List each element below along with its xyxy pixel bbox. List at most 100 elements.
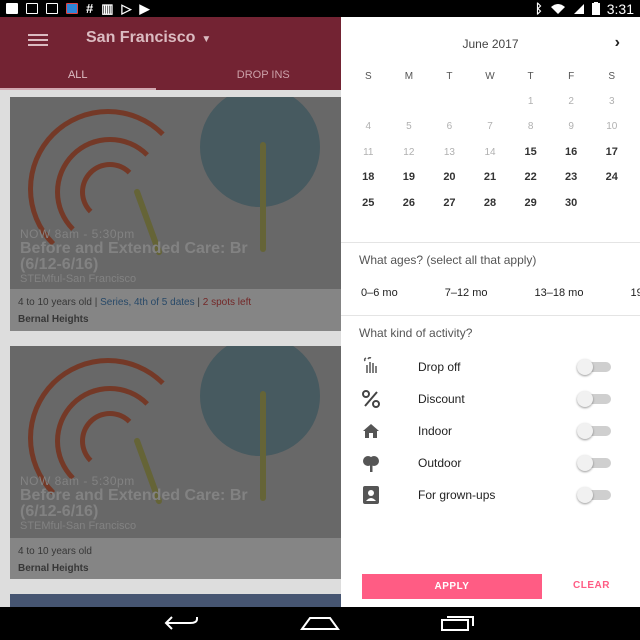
event-info: 4 to 10 years old | Series, 4th of 5 dat…	[10, 289, 341, 331]
event-title: Before and Extended Care: Br (6/12-6/16)	[20, 240, 248, 273]
calendar-day[interactable]: 29	[510, 197, 551, 209]
weekday-label: S	[608, 71, 616, 83]
tab-bar: ALL DROP INS	[0, 65, 341, 90]
filter-drawer: June 2017 › SMTWTFS 1 2 3 4 5 6 7 8 9 10 11 12 13 14 1…	[341, 17, 640, 607]
event-meta: 4 to 10 years old	[18, 546, 92, 557]
calendar-day[interactable]: 26	[389, 197, 430, 209]
calendar-day[interactable]: 22	[510, 171, 551, 183]
series-link[interactable]: Series, 4th of 5 dates	[100, 297, 195, 308]
calendar-day[interactable]: 28	[470, 197, 511, 209]
home-icon[interactable]	[300, 613, 340, 633]
discount-toggle[interactable]	[577, 391, 611, 407]
menu-icon[interactable]	[28, 34, 48, 46]
clear-button[interactable]: CLEAR	[573, 580, 610, 591]
activity-label-text: Discount	[418, 392, 465, 406]
nav-bar	[0, 607, 640, 640]
activity-label-text: Outdoor	[418, 456, 462, 470]
play-icon: ▶	[139, 1, 150, 16]
app-bar: San Francisco ▼ ALL DROP INS	[0, 17, 341, 90]
tab-drop-ins[interactable]: DROP INS	[156, 65, 342, 90]
calendar-week: 1 2 3	[348, 89, 632, 114]
calendar-day: 14	[484, 146, 496, 158]
activity-label-text: For grown-ups	[418, 488, 496, 502]
age-option[interactable]: 19–24 mo	[630, 287, 640, 299]
house-icon	[360, 420, 382, 442]
for-grown-ups-toggle[interactable]	[577, 487, 611, 503]
back-icon[interactable]	[162, 613, 202, 633]
hashtag-icon: #	[86, 1, 94, 16]
message-icon	[26, 3, 38, 14]
activity-for-grown-ups[interactable]: For grown-ups	[341, 479, 640, 511]
age-option[interactable]: 7–12 mo	[445, 287, 488, 299]
bluetooth-icon: ᛒ	[534, 1, 543, 16]
calendar-day[interactable]: 24	[591, 171, 632, 183]
city-label: San Francisco	[86, 29, 196, 46]
calendar-week: 11 12 13 14 15 16 17	[348, 140, 632, 165]
calendar-day: 9	[568, 121, 574, 133]
calendar-day[interactable]: 20	[429, 171, 470, 183]
calendar-day[interactable]: 19	[389, 171, 430, 183]
apply-button[interactable]: APPLY	[362, 574, 542, 599]
calendar-day[interactable]: 23	[551, 171, 592, 183]
activity-indoor[interactable]: Indoor	[341, 415, 640, 447]
activity-discount[interactable]: Discount	[341, 383, 640, 415]
status-bar: # ▥ ▷ ▶ ᛒ 3:31	[0, 0, 640, 17]
news-icon	[46, 3, 58, 14]
indoor-toggle[interactable]	[577, 423, 611, 439]
calendar-month: June 2017	[462, 37, 519, 51]
event-card[interactable]: NOW 8am - 5:30pm Before and Extended Car…	[10, 97, 341, 331]
arc-shape	[80, 162, 140, 222]
event-text: NOW 8am - 5:30pm Before and Extended Car…	[20, 227, 248, 285]
barcode-icon: ▥	[101, 1, 114, 16]
calendar-day[interactable]: 25	[348, 197, 389, 209]
calendar-day: 6	[446, 121, 453, 133]
calendar-day[interactable]: 16	[551, 146, 592, 158]
weekday-label: W	[485, 71, 495, 83]
activity-drop-off[interactable]: Drop off	[341, 351, 640, 383]
activity-label-text: Drop off	[418, 360, 461, 374]
calendar-day[interactable]: 15	[510, 146, 551, 158]
outdoor-toggle[interactable]	[577, 455, 611, 471]
calendar-day: 12	[403, 146, 415, 158]
calendar-grid: SMTWTFS 1 2 3 4 5 6 7 8 9 10 11 12 13 14 15 16 17 18 19 20 2…	[348, 64, 632, 215]
drop-off-toggle[interactable]	[577, 359, 611, 375]
calendar-day: 3	[608, 96, 615, 108]
tree-icon	[360, 452, 382, 474]
chevron-right-icon[interactable]: ›	[615, 34, 620, 52]
calendar-day: 5	[406, 121, 412, 133]
weekday-header: SMTWTFS	[348, 64, 632, 89]
calendar-day[interactable]: 18	[348, 171, 389, 183]
age-option[interactable]: 0–6 mo	[361, 287, 398, 299]
calendar-day[interactable]: 21	[470, 171, 511, 183]
event-time: NOW 8am - 5:30pm	[20, 474, 135, 488]
recents-icon[interactable]	[438, 613, 478, 633]
stick-shape	[260, 142, 266, 252]
event-time: NOW 8am - 5:30pm	[20, 227, 135, 241]
event-image: NOW 8am - 5:30pm Before and Extended Car…	[10, 346, 341, 538]
age-options: 0–6 mo 7–12 mo 13–18 mo 19–24 mo	[361, 287, 640, 299]
weekday-label: S	[364, 71, 372, 83]
event-location: Bernal Heights	[18, 563, 89, 574]
wifi-icon	[550, 3, 565, 14]
weekday-label: T	[446, 71, 453, 83]
calendar-day: 11	[363, 146, 374, 158]
calendar-day[interactable]: 30	[551, 197, 592, 209]
weekday-label: M	[404, 71, 414, 83]
calendar-day: 1	[527, 96, 534, 108]
event-card[interactable]	[10, 594, 341, 607]
dropdown-caret-icon: ▼	[201, 34, 212, 45]
tab-all[interactable]: ALL	[0, 65, 156, 90]
calendar-day: 2	[568, 96, 574, 108]
age-option[interactable]: 13–18 mo	[535, 287, 584, 299]
play-store-icon: ▷	[121, 1, 132, 16]
stick-shape	[260, 391, 266, 501]
activity-outdoor[interactable]: Outdoor	[341, 447, 640, 479]
calendar-day[interactable]: 27	[429, 197, 470, 209]
event-image: NOW 8am - 5:30pm Before and Extended Car…	[10, 97, 341, 289]
calendar-day: 13	[443, 146, 455, 158]
event-card[interactable]: NOW 8am - 5:30pm Before and Extended Car…	[10, 346, 341, 579]
calendar-day[interactable]: 17	[591, 146, 632, 158]
download-icon	[6, 3, 18, 14]
city-selector[interactable]: San Francisco ▼	[86, 29, 211, 47]
event-info: 4 to 10 years old Bernal Heights	[10, 538, 341, 579]
